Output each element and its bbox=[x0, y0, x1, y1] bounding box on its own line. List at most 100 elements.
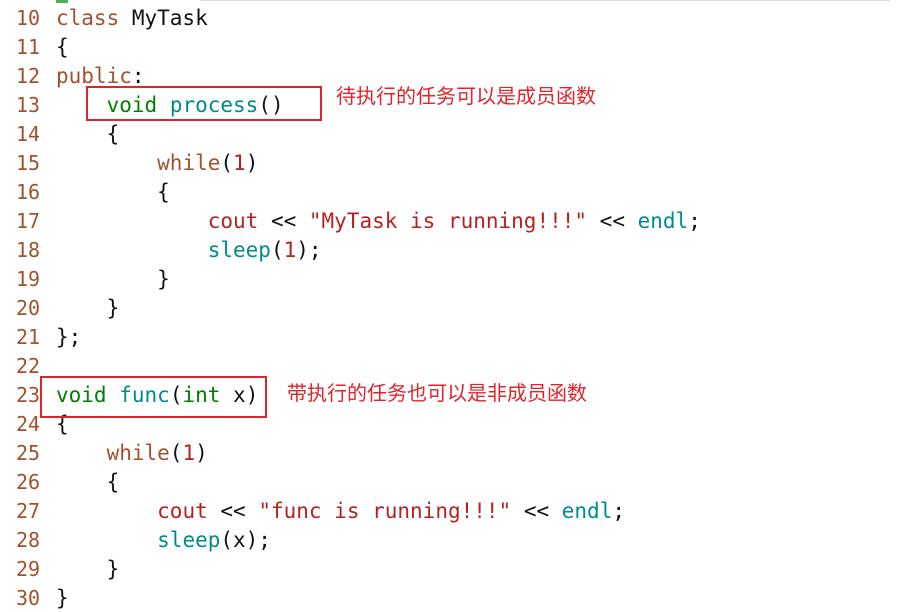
code-text: { bbox=[56, 36, 69, 58]
code-line[interactable]: 14 { bbox=[0, 119, 900, 148]
code-token: } bbox=[56, 267, 170, 291]
code-token: while bbox=[106, 441, 170, 465]
code-token: : bbox=[131, 64, 145, 88]
nonmember-function-note: 带执行的任务也可以是非成员函数 bbox=[287, 381, 587, 405]
code-token: ( bbox=[220, 151, 234, 175]
code-token: endl bbox=[637, 209, 689, 233]
line-number: 11 bbox=[16, 35, 41, 59]
line-number: 22 bbox=[16, 354, 41, 378]
code-text: while(1) bbox=[56, 442, 208, 464]
code-text: cout << "func is running!!!" << endl; bbox=[56, 500, 625, 522]
code-text: class MyTask bbox=[56, 7, 208, 29]
code-token: } bbox=[56, 296, 120, 320]
line-number: 19 bbox=[16, 267, 41, 291]
line-number: 20 bbox=[16, 296, 41, 320]
code-line[interactable]: 30} bbox=[0, 583, 900, 612]
code-token: { bbox=[56, 122, 120, 146]
code-line[interactable]: 21}; bbox=[0, 322, 900, 351]
code-text: } bbox=[56, 268, 170, 290]
line-number: 24 bbox=[16, 412, 41, 436]
code-token: << bbox=[511, 499, 562, 523]
code-text: { bbox=[56, 122, 120, 146]
code-token: ) bbox=[245, 151, 259, 175]
code-token: ; bbox=[688, 209, 701, 233]
code-token: 1 bbox=[233, 151, 246, 175]
line-number: 17 bbox=[16, 209, 41, 233]
code-line[interactable]: 29 } bbox=[0, 554, 900, 583]
code-line[interactable]: 17 cout << "MyTask is running!!!" << end… bbox=[0, 206, 900, 235]
code-text: sleep(x); bbox=[56, 529, 271, 551]
line-number: 27 bbox=[16, 499, 41, 523]
code-line[interactable]: 20 } bbox=[0, 293, 900, 322]
code-token: ( bbox=[169, 441, 183, 465]
code-token: endl bbox=[561, 499, 613, 523]
code-line[interactable]: 15 while(1) bbox=[0, 148, 900, 177]
line-number: 13 bbox=[16, 93, 41, 117]
code-line[interactable]: 19 } bbox=[0, 264, 900, 293]
code-token: 1 bbox=[283, 238, 297, 262]
code-token: sleep bbox=[207, 238, 271, 262]
code-token: << bbox=[207, 499, 259, 523]
code-text: } bbox=[56, 296, 120, 320]
code-line[interactable]: 28 sleep(x); bbox=[0, 525, 900, 554]
code-token: { bbox=[56, 470, 120, 494]
code-token: ); bbox=[296, 238, 322, 262]
code-line[interactable]: 16 { bbox=[0, 177, 900, 206]
code-token: ; bbox=[612, 499, 625, 523]
code-token: MyTask bbox=[119, 6, 208, 30]
code-text: cout << "MyTask is running!!!" << endl; bbox=[56, 210, 701, 232]
func-highlight-box bbox=[40, 376, 267, 418]
code-token: while bbox=[157, 151, 221, 175]
line-number: 30 bbox=[16, 586, 41, 610]
line-number: 10 bbox=[16, 6, 41, 30]
code-text: } bbox=[56, 557, 120, 581]
member-function-note: 待执行的任务可以是成员函数 bbox=[336, 84, 596, 108]
line-number: 29 bbox=[16, 557, 41, 581]
code-text: }; bbox=[56, 326, 81, 348]
code-token: sleep bbox=[157, 528, 221, 552]
line-number: 14 bbox=[16, 122, 41, 146]
code-line[interactable]: 11 { bbox=[0, 32, 900, 61]
code-token: << bbox=[587, 209, 638, 233]
code-token: (x); bbox=[220, 528, 271, 552]
code-token: { bbox=[56, 35, 69, 59]
code-token: "func is running!!!" bbox=[258, 499, 512, 523]
code-text: public: bbox=[56, 65, 145, 87]
line-number: 21 bbox=[16, 325, 41, 349]
code-token: public bbox=[56, 64, 132, 88]
code-token: class bbox=[56, 6, 120, 30]
code-line[interactable]: 25 while(1) bbox=[0, 438, 900, 467]
code-editor[interactable]: 10 class MyTask 11{12 public: 13 void proces… bbox=[0, 0, 900, 609]
line-number: 23 bbox=[16, 383, 41, 407]
line-number: 25 bbox=[16, 441, 41, 465]
line-number: 26 bbox=[16, 470, 41, 494]
top-divider bbox=[200, 0, 890, 1]
code-token: cout bbox=[207, 209, 259, 233]
code-token: cout bbox=[157, 499, 208, 523]
code-text: { bbox=[56, 181, 170, 203]
code-line[interactable]: 18 sleep(1); bbox=[0, 235, 900, 264]
code-token: "MyTask is running!!!" bbox=[308, 209, 588, 233]
code-text: } bbox=[56, 587, 69, 609]
code-text: { bbox=[56, 470, 120, 494]
code-token: 1 bbox=[182, 441, 196, 465]
code-token: << bbox=[258, 209, 309, 233]
code-token: { bbox=[56, 180, 170, 204]
code-line[interactable]: 10 class MyTask bbox=[0, 3, 900, 32]
line-number: 12 bbox=[16, 64, 41, 88]
code-token: ( bbox=[270, 238, 284, 262]
code-line[interactable]: 26 { bbox=[0, 467, 900, 496]
code-token: ) bbox=[195, 441, 208, 465]
code-token: } bbox=[56, 557, 120, 581]
line-number: 15 bbox=[16, 151, 41, 175]
code-text: while(1) bbox=[56, 152, 258, 174]
code-line[interactable]: 27 cout << "func is running!!!" << endl; bbox=[0, 496, 900, 525]
code-text: sleep(1); bbox=[56, 239, 322, 261]
code-token: }; bbox=[56, 325, 82, 349]
line-number: 28 bbox=[16, 528, 41, 552]
